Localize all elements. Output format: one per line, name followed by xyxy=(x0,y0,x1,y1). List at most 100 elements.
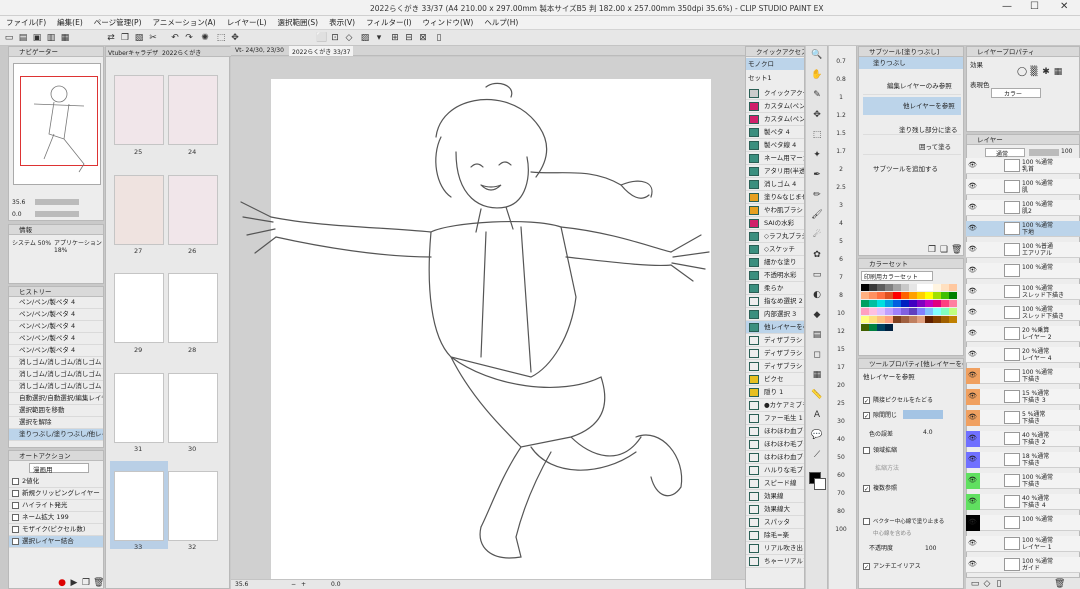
extract-line-icon[interactable]: ▦ xyxy=(1053,67,1063,77)
brush-item[interactable]: ハルりな毛ブラシ xyxy=(746,464,804,477)
option-expand[interactable]: 領域拡縮 xyxy=(863,445,897,454)
brush-size-option[interactable]: 0.8 xyxy=(829,76,853,83)
visibility-eye-icon[interactable]: 👁 xyxy=(968,246,977,253)
page-thumbnail[interactable] xyxy=(114,273,164,343)
color-swatch[interactable] xyxy=(893,316,901,323)
visibility-eye-icon[interactable]: 👁 xyxy=(968,351,977,358)
color-swatch[interactable] xyxy=(869,308,877,315)
opacity-value[interactable]: 100 xyxy=(925,545,936,552)
visibility-eye-icon[interactable]: 👁 xyxy=(968,288,977,295)
record-icon[interactable]: ● xyxy=(57,578,67,588)
visibility-eye-icon[interactable]: 👁 xyxy=(968,309,977,316)
color-swatch[interactable] xyxy=(909,316,917,323)
new-folder-icon[interactable]: ▯ xyxy=(994,579,1004,589)
page-thumbnail[interactable] xyxy=(168,471,218,541)
color-swatch[interactable] xyxy=(861,292,869,299)
brush-item[interactable]: ネーム用マーカー xyxy=(746,152,804,165)
brush-item[interactable]: ファー毛生 1 xyxy=(746,412,804,425)
color-swatch[interactable] xyxy=(885,284,893,291)
layer-opacity-value[interactable]: 100 xyxy=(1061,148,1072,155)
color-swatch[interactable] xyxy=(949,308,957,315)
layer-row[interactable]: 👁 40 %通常 下描き 4 xyxy=(966,494,1080,510)
angle-slider[interactable] xyxy=(35,211,79,217)
color-swatch[interactable] xyxy=(917,316,925,323)
tolerance-value[interactable]: 4.0 xyxy=(923,429,933,436)
zoom-slider[interactable] xyxy=(35,199,79,205)
menu-selection[interactable]: 選択範囲(S) xyxy=(278,17,319,28)
zoom-out-icon[interactable]: − xyxy=(291,581,296,588)
trash-icon[interactable]: 🗑 xyxy=(951,245,962,255)
minimize-button[interactable]: — xyxy=(1002,1,1012,12)
color-swatch[interactable] xyxy=(861,316,869,323)
brush-item[interactable]: 指なめ選択 2 xyxy=(746,295,804,308)
visibility-eye-icon[interactable]: 👁 xyxy=(968,540,977,547)
subtool-item-selected[interactable]: 他レイヤーを参照 xyxy=(863,97,961,115)
lasso-icon[interactable]: ◇ xyxy=(344,33,354,43)
color-swatch[interactable] xyxy=(933,300,941,307)
layer-row[interactable]: 👁 100 %通常 下地 xyxy=(966,221,1080,237)
checkbox[interactable] xyxy=(12,525,19,533)
color-swatch[interactable] xyxy=(893,308,901,315)
brush-size-option[interactable]: 40 xyxy=(829,436,853,443)
canvas-tab-active[interactable]: 2022らくがき 33/37 xyxy=(289,46,354,56)
close-gap-slider[interactable] xyxy=(903,410,943,419)
history-item[interactable]: 自動選択/自動選択/編集レイヤーのみ参照 xyxy=(9,393,103,405)
page-thumbnail-current[interactable] xyxy=(114,471,164,541)
quick-access-subset[interactable]: セット1 xyxy=(746,72,804,83)
color-swatch[interactable] xyxy=(933,292,941,299)
hand-tool-icon[interactable]: ✋ xyxy=(808,68,826,83)
brush-size-option[interactable]: 25 xyxy=(829,400,853,407)
page-thumbnail[interactable] xyxy=(114,373,164,443)
maximize-button[interactable]: ☐ xyxy=(1030,1,1039,12)
color-swatch[interactable] xyxy=(941,316,949,323)
layer-row[interactable]: 👁 100 %通常肌 xyxy=(966,179,1080,195)
history-item[interactable]: ペン/ペン/製ペタ 4 xyxy=(9,321,103,333)
paste-icon[interactable]: ▧ xyxy=(134,33,144,43)
brush-item[interactable]: ほわほわ血ブラシ xyxy=(746,425,804,438)
fill-icon[interactable]: ▨ xyxy=(360,33,370,43)
border-effect-icon[interactable]: ◯ xyxy=(1017,67,1027,77)
color-swatch[interactable] xyxy=(885,292,893,299)
deselect-icon[interactable]: ⬚ xyxy=(216,33,226,43)
quick-access-set[interactable]: モノクロ xyxy=(746,58,804,70)
brush-item[interactable]: カスタム(ペン)2 xyxy=(746,113,804,126)
brush-item[interactable]: ●カケアミブラシ xyxy=(746,399,804,412)
history-item[interactable]: ペン/ペン/製ペタ 4 xyxy=(9,333,103,345)
color-swatch[interactable] xyxy=(933,284,941,291)
open-icon[interactable]: ▤ xyxy=(18,33,28,43)
layer-row[interactable]: 👁 100 %通常 xyxy=(966,263,1080,279)
crop-icon[interactable]: ⊡ xyxy=(330,33,340,43)
color-swatch[interactable] xyxy=(933,316,941,323)
brush-size-option[interactable]: 6 xyxy=(829,256,853,263)
menu-view[interactable]: 表示(V) xyxy=(329,17,355,28)
save-icon[interactable]: ▣ xyxy=(32,33,42,43)
menu-page[interactable]: ページ管理(P) xyxy=(94,17,142,28)
canvas-area[interactable] xyxy=(231,57,745,579)
play-icon[interactable]: ▶ xyxy=(69,578,79,588)
auto-select-tool-icon[interactable]: ✦ xyxy=(808,148,826,163)
color-swatch[interactable] xyxy=(877,300,885,307)
layer-row[interactable]: 👁 100 %普通 エアリアル xyxy=(966,242,1080,258)
brush-size-option[interactable]: 20 xyxy=(829,382,853,389)
subtool-item[interactable]: 囲って塗る xyxy=(863,139,961,155)
transform-icon[interactable]: ✥ xyxy=(230,33,240,43)
history-item[interactable]: ペン/ペン/製ペタ 4 xyxy=(9,309,103,321)
checkbox[interactable] xyxy=(12,477,19,485)
menu-file[interactable]: ファイル(F) xyxy=(6,17,46,28)
visibility-eye-icon[interactable]: 👁 xyxy=(968,435,977,442)
snap-icon[interactable]: ⊞ xyxy=(390,33,400,43)
page-thumbnail[interactable] xyxy=(114,175,164,245)
brush-size-option[interactable]: 1.5 xyxy=(829,130,853,137)
option-close-gap[interactable]: ✓ 隙間閉じ xyxy=(863,410,897,420)
menu-layer[interactable]: レイヤー(L) xyxy=(227,17,267,28)
brush-item[interactable]: ◇ラフ丸ブラシ xyxy=(746,230,804,243)
brush-size-option[interactable]: 2.5 xyxy=(829,184,853,191)
visibility-eye-icon[interactable]: 👁 xyxy=(968,267,977,274)
brush-item[interactable]: ほわほわ毛ブラシ xyxy=(746,438,804,451)
checkbox[interactable] xyxy=(12,513,19,521)
option-multi-refer[interactable]: ✓ 複数参照 xyxy=(863,483,897,493)
visibility-eye-icon[interactable]: 👁 xyxy=(968,372,977,379)
layer-row[interactable]: 👁 100 %通常 乳首 xyxy=(966,158,1080,174)
color-swatch[interactable] xyxy=(917,300,925,307)
brush-tool-icon[interactable]: 🖌 xyxy=(808,208,826,223)
